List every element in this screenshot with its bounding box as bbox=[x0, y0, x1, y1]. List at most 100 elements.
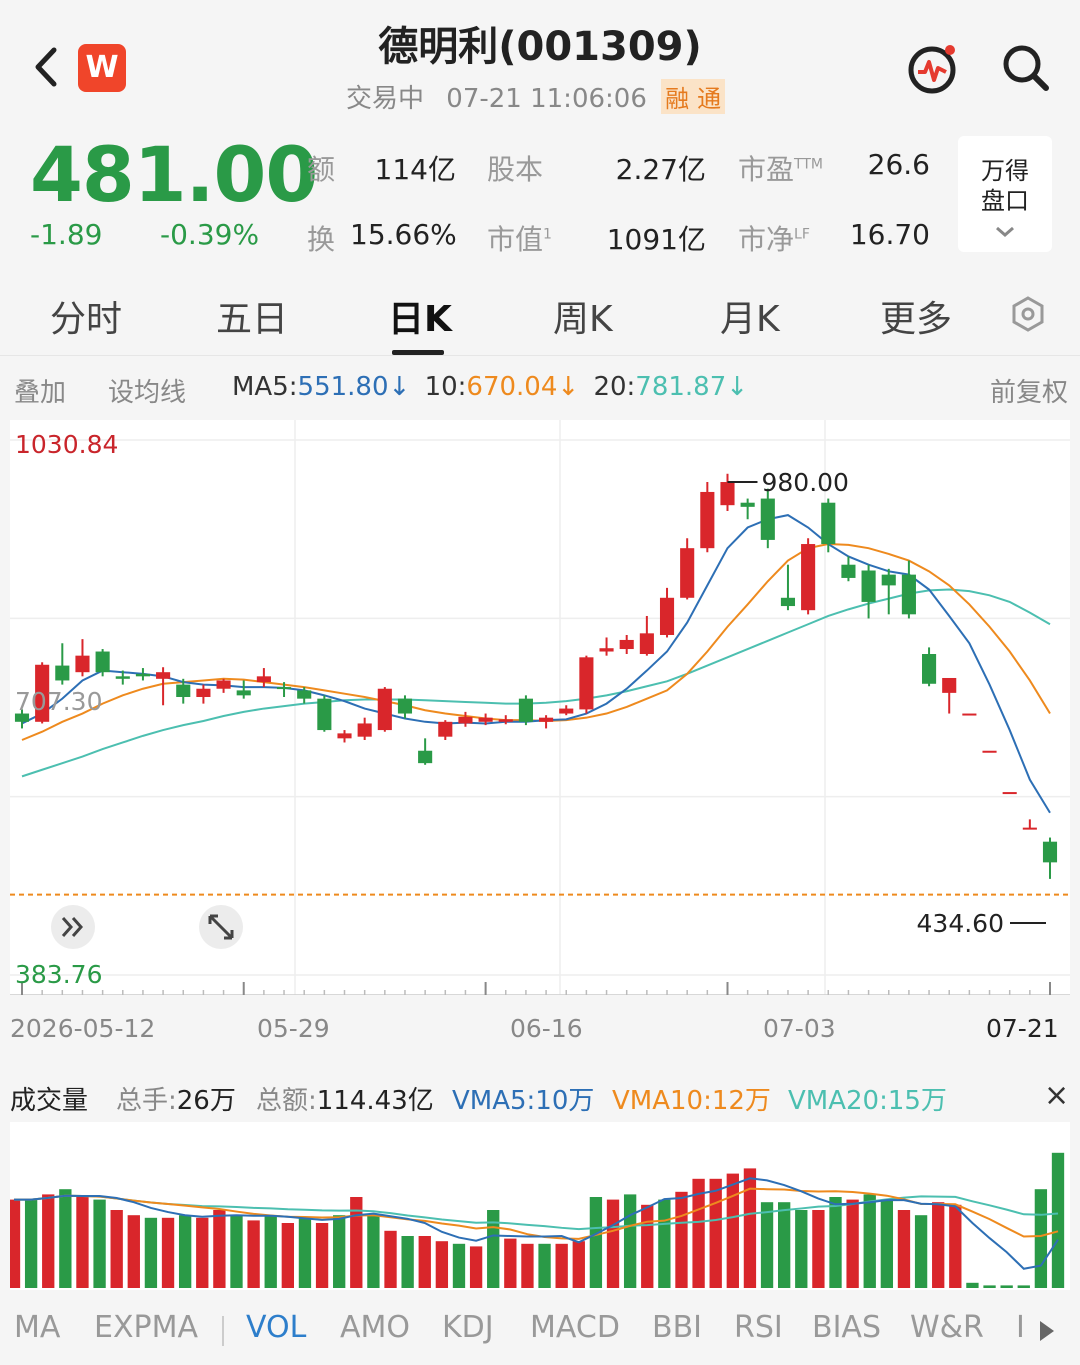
expand-left-icon[interactable] bbox=[50, 904, 96, 954]
total-amount: 总额:114.43亿 bbox=[256, 1080, 434, 1117]
volume-bar bbox=[333, 1215, 346, 1288]
x-label-1: 05-29 bbox=[257, 1014, 330, 1043]
pe-label: 市盈TTM bbox=[738, 153, 823, 186]
candle-body bbox=[55, 665, 70, 681]
ma-values: MA5:551.80↓ 10:670.04↓ 20:781.87↓ bbox=[232, 372, 748, 402]
candle-body bbox=[740, 502, 755, 507]
volume-bar bbox=[504, 1238, 517, 1288]
scroll-right-icon[interactable] bbox=[1036, 1318, 1058, 1348]
volume-bar bbox=[315, 1223, 329, 1288]
candle-body bbox=[478, 717, 493, 722]
candle-body bbox=[780, 597, 796, 607]
candle-body bbox=[559, 708, 574, 714]
settings-icon[interactable] bbox=[1008, 294, 1048, 338]
ind-macd[interactable]: MACD bbox=[530, 1310, 620, 1345]
share-capital-label: 股本 bbox=[487, 153, 544, 186]
close-icon[interactable]: × bbox=[1044, 1078, 1069, 1113]
volume-bar bbox=[264, 1215, 277, 1288]
ma10-value: 670.04↓ bbox=[466, 372, 580, 402]
period-tabs: 分时 五日 日K 周K 月K 更多 bbox=[0, 270, 1080, 356]
candle-body bbox=[418, 750, 433, 764]
candle-body bbox=[317, 698, 332, 731]
vma10-value: VMA10:12万 bbox=[612, 1086, 771, 1116]
ind-more[interactable]: I bbox=[1016, 1310, 1025, 1345]
volume-bar bbox=[743, 1168, 757, 1288]
volume-bar bbox=[658, 1199, 671, 1288]
tab-5day[interactable]: 五日 bbox=[216, 290, 288, 342]
ma5-label: MA5: bbox=[232, 372, 298, 402]
tab-daily-k[interactable]: 日K bbox=[388, 290, 452, 342]
set-ma-button[interactable]: 设均线 bbox=[108, 372, 186, 409]
fullscreen-icon[interactable] bbox=[198, 904, 244, 954]
adjust-button[interactable]: 前复权 bbox=[990, 372, 1068, 409]
candle-body bbox=[518, 698, 533, 722]
y-min-label: 383.76 bbox=[15, 960, 103, 989]
x-label-4: 07-21 bbox=[986, 1014, 1059, 1043]
ma20-label: 20: bbox=[593, 372, 636, 402]
search-icon[interactable] bbox=[1000, 42, 1052, 98]
ind-bias[interactable]: BIAS bbox=[812, 1310, 881, 1345]
last-price: 481.00 bbox=[30, 130, 318, 219]
tab-intraday[interactable]: 分时 bbox=[50, 290, 122, 342]
volume-chart[interactable] bbox=[7, 1122, 1070, 1290]
candle-body bbox=[196, 688, 211, 697]
wind-orderbook-button[interactable]: 万得 盘口 bbox=[958, 136, 1052, 252]
kline-chart[interactable]: 980.00 434.60 bbox=[10, 420, 1070, 996]
volume-bar bbox=[1017, 1285, 1030, 1288]
pulse-icon[interactable] bbox=[904, 42, 960, 102]
price-change: -1.89 bbox=[30, 218, 103, 251]
volume-bar bbox=[966, 1282, 979, 1288]
candle-body bbox=[75, 655, 90, 673]
volume-bar bbox=[401, 1236, 414, 1288]
candle-body bbox=[841, 564, 856, 578]
trade-status: 交易中 07-21 11:06:06 融通 bbox=[346, 78, 726, 115]
volume-bar bbox=[435, 1241, 449, 1288]
tab-weekly-k[interactable]: 周K bbox=[553, 290, 613, 342]
x-label-2: 06-16 bbox=[510, 1014, 583, 1043]
ind-kdj[interactable]: KDJ bbox=[442, 1310, 494, 1345]
status-text: 交易中 bbox=[346, 84, 425, 114]
volume-bar bbox=[606, 1199, 620, 1288]
amount-value: 114亿 bbox=[374, 153, 456, 186]
volume-bar bbox=[452, 1243, 466, 1288]
candle-body bbox=[95, 651, 110, 673]
market-cap-label: 市值1 bbox=[487, 223, 552, 256]
volume-bar bbox=[778, 1202, 791, 1288]
volume-title: 成交量 bbox=[10, 1086, 89, 1116]
turnover-value: 15.66% bbox=[350, 218, 457, 251]
volume-bar bbox=[555, 1243, 568, 1288]
volume-bar bbox=[795, 1210, 808, 1288]
pb-value: 16.70 bbox=[849, 218, 930, 251]
ma5-value: 551.80↓ bbox=[297, 372, 411, 402]
ind-vol[interactable]: VOL bbox=[246, 1310, 306, 1345]
margin-tag: 融 bbox=[661, 79, 694, 114]
ind-wr[interactable]: W&R bbox=[910, 1310, 984, 1345]
ind-bbi[interactable]: BBI bbox=[652, 1310, 702, 1345]
ind-amo[interactable]: AMO bbox=[340, 1310, 410, 1345]
low-marker-label: 434.60 bbox=[917, 909, 1004, 938]
volume-bar bbox=[589, 1197, 603, 1288]
high-marker-label: 980.00 bbox=[761, 468, 848, 497]
volume-bar bbox=[1051, 1152, 1065, 1288]
volume-bar bbox=[914, 1215, 928, 1288]
candle-body bbox=[176, 684, 191, 697]
ind-expma[interactable]: EXPMA bbox=[94, 1310, 198, 1345]
pe-value: 26.6 bbox=[867, 148, 930, 181]
price-change-pct: -0.39% bbox=[160, 218, 260, 251]
chevron-down-icon bbox=[996, 226, 1014, 237]
candle-body bbox=[982, 750, 997, 753]
volume-bar bbox=[880, 1199, 894, 1288]
ind-ma[interactable]: MA bbox=[14, 1310, 60, 1345]
amount-label: 额 bbox=[307, 153, 336, 186]
tab-monthly-k[interactable]: 月K bbox=[720, 290, 780, 342]
candle-body bbox=[135, 673, 150, 677]
candle-body bbox=[861, 570, 876, 602]
tab-more[interactable]: 更多 bbox=[880, 290, 952, 342]
candle-body bbox=[680, 548, 695, 598]
ma5-line bbox=[21, 514, 1051, 814]
overlay-button[interactable]: 叠加 bbox=[14, 372, 66, 409]
volume-bar bbox=[418, 1236, 431, 1288]
ind-rsi[interactable]: RSI bbox=[734, 1310, 783, 1345]
volume-bar bbox=[24, 1199, 38, 1288]
volume-bar bbox=[247, 1220, 260, 1288]
